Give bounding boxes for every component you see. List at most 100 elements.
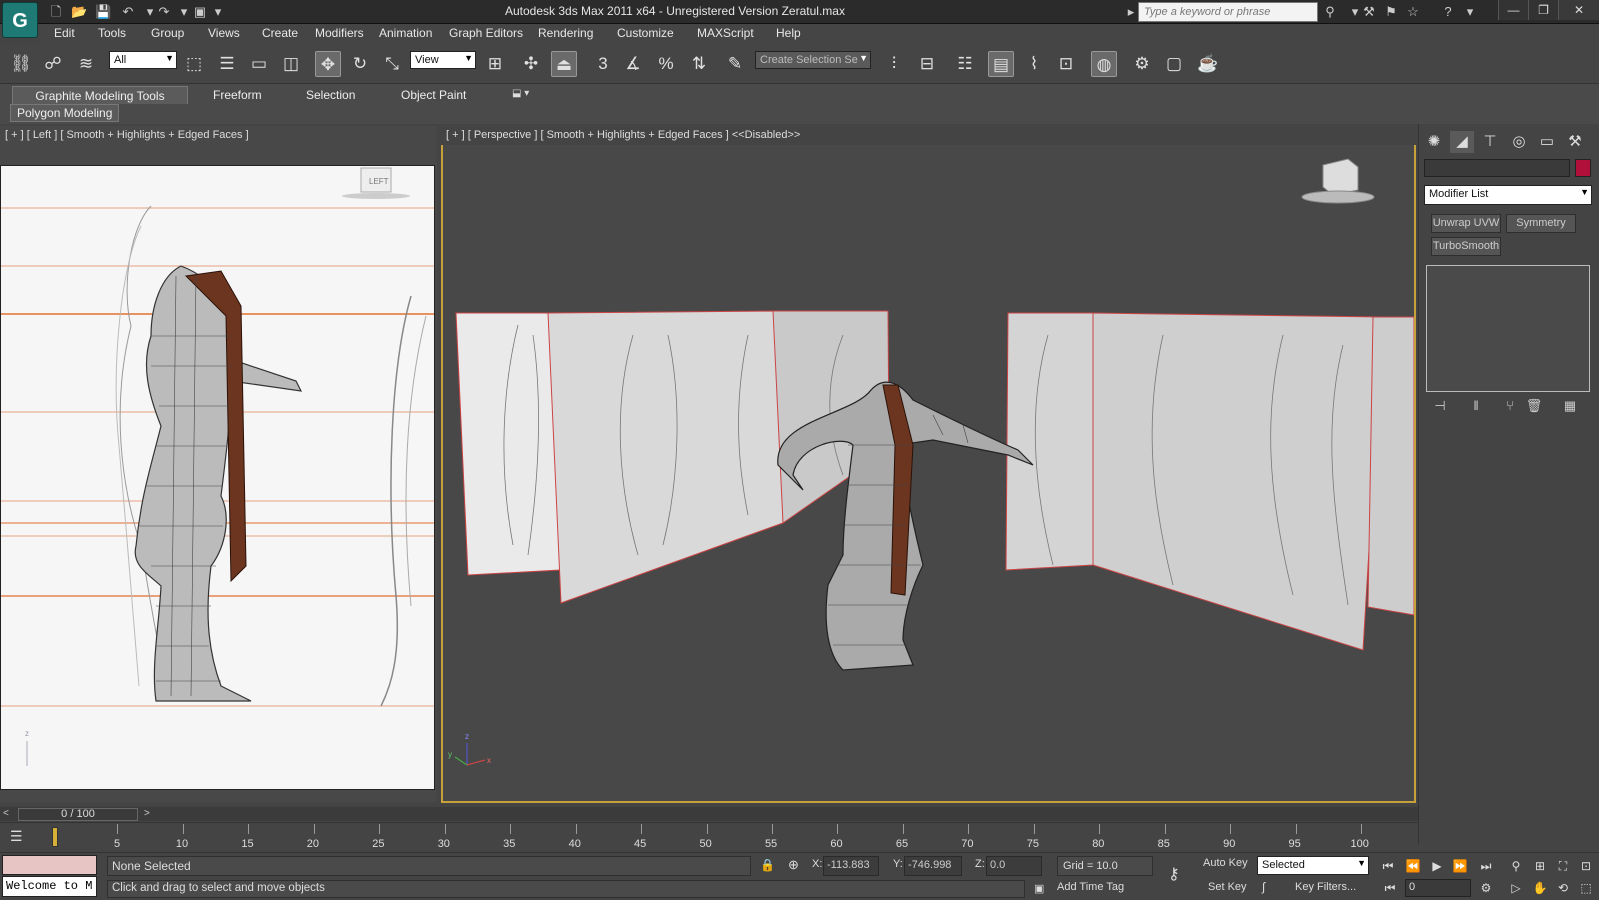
edit-named-selection-icon[interactable]: ✎ bbox=[722, 51, 748, 77]
go-to-start-icon[interactable]: ⏮ bbox=[1378, 857, 1398, 875]
angle-snap-icon[interactable]: ∡ bbox=[620, 51, 646, 77]
render-teapot-icon[interactable]: ☕ bbox=[1195, 51, 1221, 77]
maximize-button[interactable]: ❐ bbox=[1528, 0, 1558, 20]
create-panel-icon[interactable]: ✺ bbox=[1422, 131, 1446, 153]
z-coordinate-field[interactable]: 0.0 bbox=[986, 856, 1042, 876]
reference-coordinate-dropdown[interactable]: View ▼ bbox=[410, 51, 476, 69]
select-and-move-icon[interactable]: ✥ bbox=[315, 51, 341, 77]
menu-animation[interactable]: Animation bbox=[379, 26, 432, 40]
orbit-icon[interactable]: ⟲ bbox=[1553, 879, 1573, 897]
mirror-icon[interactable]: ⫶ bbox=[881, 51, 907, 77]
graphite-toggle-icon[interactable]: ▤ bbox=[988, 51, 1014, 77]
redo-icon[interactable]: ↷ bbox=[156, 4, 172, 20]
rectangular-selection-icon[interactable]: ▭ bbox=[246, 51, 272, 77]
perspective-viewport-label[interactable]: [ + ] [ Perspective ] [ Smooth + Highlig… bbox=[446, 129, 800, 141]
modifier-list-dropdown[interactable]: Modifier List ▼ bbox=[1424, 185, 1592, 205]
show-end-result-icon[interactable]: ‖ bbox=[1466, 398, 1486, 418]
project-folder-icon[interactable]: ▣ bbox=[192, 4, 208, 20]
absolute-mode-icon[interactable]: ⊕ bbox=[788, 857, 799, 873]
time-slider-track[interactable] bbox=[0, 807, 1418, 821]
key-mode-toggle-icon[interactable]: ⏮ bbox=[1380, 879, 1400, 897]
current-frame-field[interactable]: 0 bbox=[1405, 879, 1471, 897]
selection-filter-dropdown[interactable]: All ▼ bbox=[109, 51, 177, 69]
play-icon[interactable]: ▶ bbox=[1427, 857, 1447, 875]
hierarchy-panel-icon[interactable]: ⊤ bbox=[1478, 131, 1502, 153]
time-slider-handle[interactable]: 0 / 100 bbox=[18, 808, 138, 821]
new-file-icon[interactable]: 🗋 bbox=[48, 4, 64, 20]
menu-group[interactable]: Group bbox=[151, 26, 184, 40]
tab-object-paint[interactable]: Object Paint bbox=[393, 86, 474, 104]
zoom-extents-icon[interactable]: ⛶ bbox=[1553, 857, 1573, 875]
left-viewport-label[interactable]: [ + ] [ Left ] [ Smooth + Highlights + E… bbox=[5, 129, 249, 141]
select-and-rotate-icon[interactable]: ↻ bbox=[347, 51, 373, 77]
align-icon[interactable]: ⊟ bbox=[914, 51, 940, 77]
unwrap-uvw-button[interactable]: Unwrap UVW bbox=[1431, 214, 1501, 233]
search-expand-icon[interactable]: ▸ bbox=[1126, 4, 1136, 20]
ribbon-panel-polygon-modeling[interactable]: Polygon Modeling bbox=[10, 104, 120, 122]
default-tangents-icon[interactable]: ∫ bbox=[1262, 880, 1265, 894]
menu-modifiers[interactable]: Modifiers bbox=[315, 26, 364, 40]
configure-sets-icon[interactable]: ▦ bbox=[1560, 398, 1580, 418]
unlink-icon[interactable]: ☍ bbox=[40, 51, 66, 77]
redo-dropdown-icon[interactable]: ▾ bbox=[176, 4, 192, 20]
communication-icon[interactable]: ⚒ bbox=[1361, 4, 1377, 20]
menu-create[interactable]: Create bbox=[262, 26, 298, 40]
window-crossing-icon[interactable]: ◫ bbox=[278, 51, 304, 77]
turbosmooth-button[interactable]: TurboSmooth bbox=[1431, 237, 1501, 256]
maximize-viewport-icon[interactable]: ⬚ bbox=[1576, 879, 1596, 897]
time-tag-icon[interactable]: ▣ bbox=[1034, 882, 1044, 895]
menu-views[interactable]: Views bbox=[208, 26, 240, 40]
motion-panel-icon[interactable]: ◎ bbox=[1507, 131, 1531, 153]
zoom-icon[interactable]: ⚲ bbox=[1506, 857, 1526, 875]
x-coordinate-field[interactable]: -113.883 bbox=[823, 856, 879, 876]
zoom-extents-all-icon[interactable]: ⊡ bbox=[1576, 857, 1596, 875]
select-manipulate-icon[interactable]: ✣ bbox=[518, 51, 544, 77]
menu-edit[interactable]: Edit bbox=[54, 26, 75, 40]
display-panel-icon[interactable]: ▭ bbox=[1535, 131, 1559, 153]
pivot-point-center-icon[interactable]: ⊞ bbox=[482, 51, 508, 77]
link-icon[interactable]: ⛓ bbox=[8, 51, 34, 77]
star-icon[interactable]: ☆ bbox=[1405, 4, 1421, 20]
remove-modifier-icon[interactable]: 🗑 bbox=[1524, 398, 1544, 418]
utilities-panel-icon[interactable]: ⚒ bbox=[1563, 131, 1587, 153]
percent-snap-icon[interactable]: % bbox=[653, 51, 679, 77]
perspective-viewport[interactable]: z x y bbox=[441, 145, 1416, 803]
left-viewport[interactable]: LEFT z bbox=[0, 165, 435, 790]
add-time-tag-button[interactable]: Add Time Tag bbox=[1057, 881, 1124, 893]
time-slider-prev-icon[interactable]: < bbox=[3, 808, 9, 819]
modifier-stack[interactable] bbox=[1426, 265, 1590, 392]
previous-frame-icon[interactable]: ⏪ bbox=[1403, 857, 1423, 875]
menu-rendering[interactable]: Rendering bbox=[538, 26, 593, 40]
application-menu-button[interactable]: G bbox=[2, 2, 38, 38]
menu-maxscript[interactable]: MAXScript bbox=[697, 26, 754, 40]
time-configuration-icon[interactable]: ⚙ bbox=[1476, 879, 1496, 897]
select-by-name-icon[interactable]: ☰ bbox=[214, 51, 240, 77]
menu-customize[interactable]: Customize bbox=[617, 26, 674, 40]
tab-selection[interactable]: Selection bbox=[298, 86, 363, 104]
go-to-end-icon[interactable]: ⏭ bbox=[1476, 857, 1496, 875]
material-editor-icon[interactable]: ◍ bbox=[1091, 51, 1117, 77]
keyboard-shortcut-override-icon[interactable]: ⏏ bbox=[551, 51, 577, 77]
help-dropdown-icon[interactable]: ▾ bbox=[1462, 4, 1478, 20]
next-frame-icon[interactable]: ⏩ bbox=[1450, 857, 1470, 875]
menu-tools[interactable]: Tools bbox=[98, 26, 126, 40]
quick-access-dropdown-icon[interactable]: ▾ bbox=[210, 4, 226, 20]
key-selection-set-dropdown[interactable]: Selected ▼ bbox=[1257, 856, 1369, 875]
ribbon-options-icon[interactable]: ⬓ ▾ bbox=[512, 88, 529, 99]
spinner-snap-icon[interactable]: ⇅ bbox=[686, 51, 712, 77]
menu-help[interactable]: Help bbox=[776, 26, 801, 40]
current-frame-marker[interactable] bbox=[52, 827, 58, 847]
binoculars-icon[interactable]: ⚲ bbox=[1322, 4, 1338, 20]
make-unique-icon[interactable]: ⑂ bbox=[1500, 398, 1520, 418]
modify-panel-icon[interactable]: ◢ bbox=[1450, 131, 1474, 153]
schematic-view-icon[interactable]: ⊡ bbox=[1053, 51, 1079, 77]
key-icon[interactable]: ⚷ bbox=[1168, 864, 1180, 884]
pan-view-icon[interactable]: ✋ bbox=[1530, 879, 1550, 897]
layer-manager-icon[interactable]: ☷ bbox=[952, 51, 978, 77]
help-icon[interactable]: ? bbox=[1440, 4, 1456, 20]
zoom-all-icon[interactable]: ⊞ bbox=[1530, 857, 1550, 875]
curve-editor-icon[interactable]: ⌇ bbox=[1021, 51, 1047, 77]
close-button[interactable]: ✕ bbox=[1558, 0, 1599, 20]
left-viewcube-label[interactable]: LEFT bbox=[369, 177, 389, 186]
time-slider-next-icon[interactable]: > bbox=[144, 808, 150, 819]
